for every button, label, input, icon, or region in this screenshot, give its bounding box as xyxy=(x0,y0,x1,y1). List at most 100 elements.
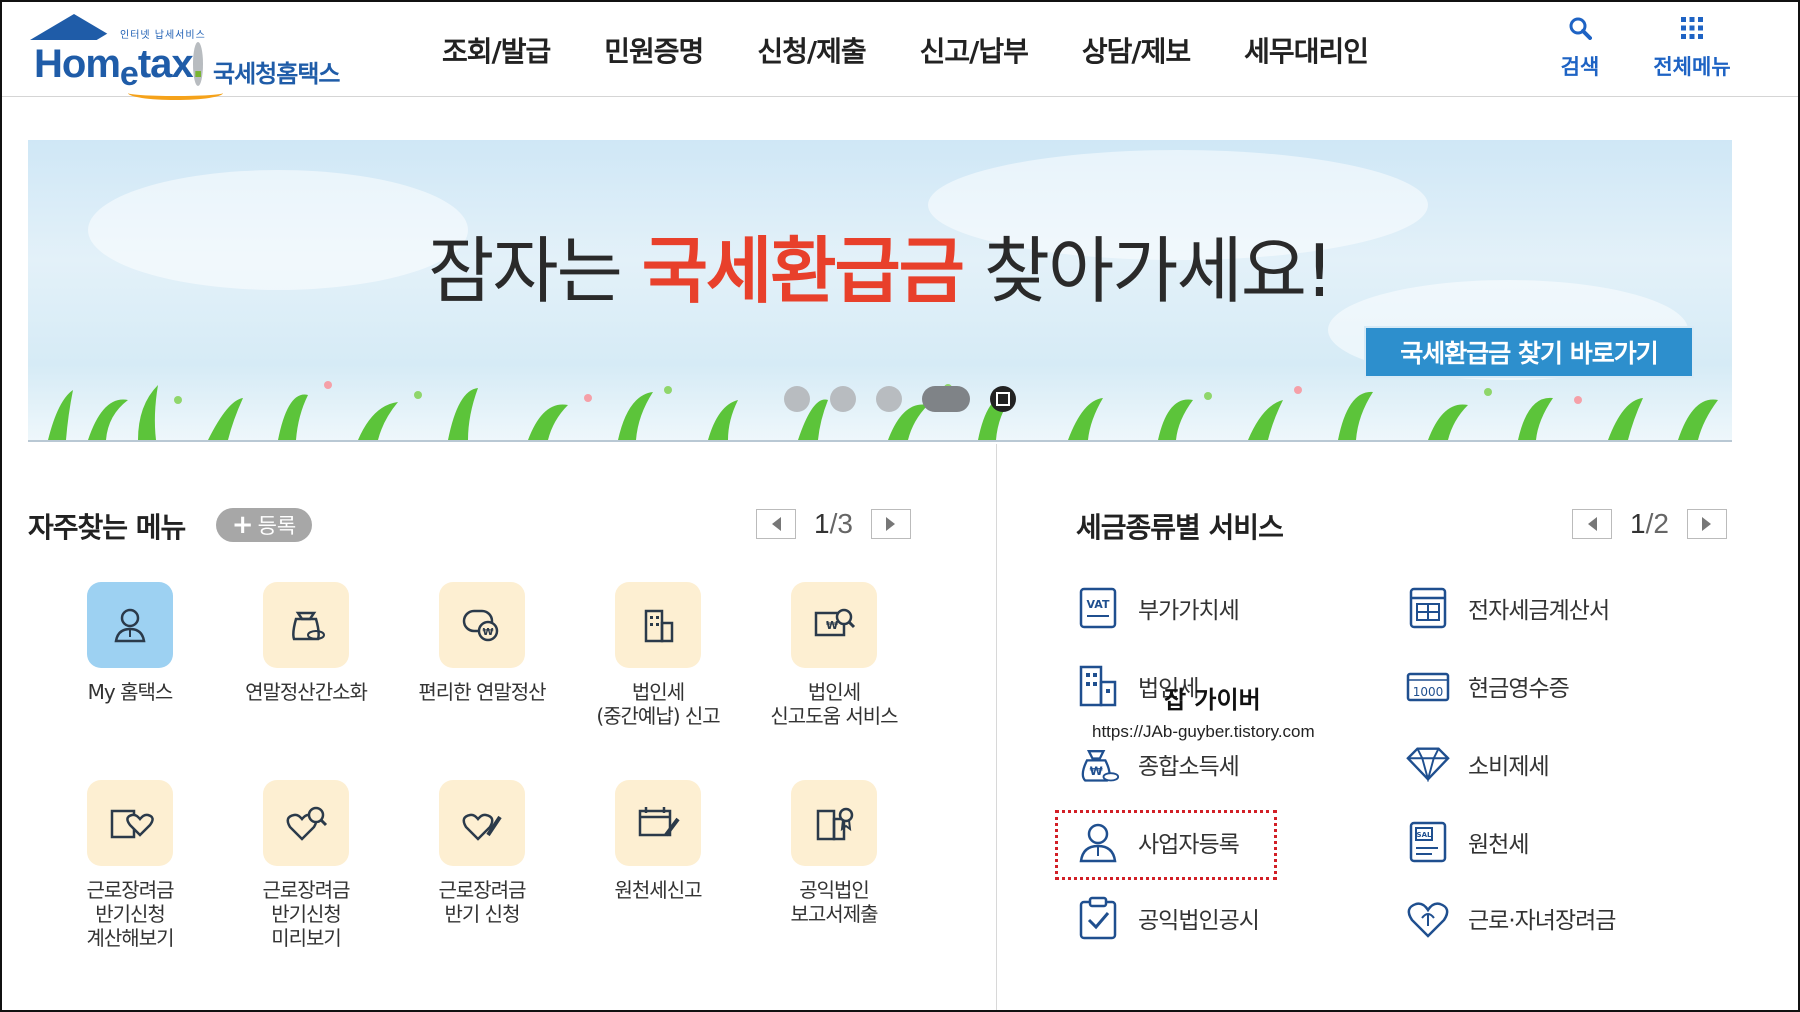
nav-report-pay[interactable]: 신고/납부 xyxy=(920,30,1029,70)
svc-vat[interactable]: VAT 부가가치세 xyxy=(1076,586,1240,630)
svg-text:VAT: VAT xyxy=(1087,598,1110,611)
svc-label: 종합소득세 xyxy=(1138,754,1240,780)
promo-banner[interactable]: 잠자는 국세환급금 찾아가세요! 국세환급금 찾기 바로가기 xyxy=(28,140,1732,442)
svc-work-child-incentive[interactable]: 근로·자녀장려금 xyxy=(1406,896,1616,940)
panel-divider xyxy=(996,444,997,1010)
tax-services-next-button[interactable] xyxy=(1686,509,1727,539)
svg-text:SAL: SAL xyxy=(1417,831,1432,839)
cash-receipt-icon: 1000 xyxy=(1406,664,1450,708)
salary-doc-icon: SAL xyxy=(1406,820,1450,864)
svc-income-tax[interactable]: ₩ 종합소득세 xyxy=(1076,742,1240,786)
business-registration-highlight xyxy=(1055,810,1277,880)
nav-tax-agent[interactable]: 세무대리인 xyxy=(1244,30,1369,70)
svc-label: 원천세 xyxy=(1468,832,1529,858)
heart-calculator-icon xyxy=(87,780,173,866)
logo-korean-name: 국세청홈택스 xyxy=(213,60,340,88)
fav-corporate-help[interactable]: ₩ 법인세 신고도움 서비스 xyxy=(754,582,914,728)
logo-roof-icon xyxy=(30,14,150,44)
money-bag-icon xyxy=(263,582,349,668)
svc-label: 공익법인공시 xyxy=(1138,908,1260,934)
chevron-left-icon xyxy=(771,517,781,531)
slide-dot-1[interactable] xyxy=(784,386,810,412)
nav-inquiry-issue[interactable]: 조회/발급 xyxy=(442,30,551,70)
favorites-next-button[interactable] xyxy=(870,509,911,539)
chevron-right-icon xyxy=(1702,517,1712,531)
plus-icon: + xyxy=(231,510,254,540)
vat-icon: VAT xyxy=(1076,586,1120,630)
svg-text:₩: ₩ xyxy=(482,627,493,638)
fav-label: 연말정산간소화 xyxy=(245,680,368,704)
tax-services-prev-button[interactable] xyxy=(1572,509,1612,539)
grid-menu-icon xyxy=(1681,17,1703,39)
fav-eitc-apply[interactable]: 근로장려금 반기 신청 xyxy=(402,780,562,926)
heart-icon xyxy=(1406,896,1450,940)
hometax-logo[interactable]: 인터넷 납세서비스 Hometax. 국세청홈택스 xyxy=(28,14,358,100)
search-button[interactable]: 검색 xyxy=(1552,16,1608,81)
slide-dot-2[interactable] xyxy=(830,386,856,412)
favorites-pager: 1/3 xyxy=(756,508,911,540)
fav-label: 편리한 연말정산 xyxy=(418,680,546,704)
favorites-page-number: 1/3 xyxy=(814,508,853,539)
fav-label: 법인세 신고도움 서비스 xyxy=(770,680,898,728)
svc-withholding-tax[interactable]: SAL 원천세 xyxy=(1406,820,1529,864)
slide-dot-4-active[interactable] xyxy=(922,386,970,412)
banner-title: 잠자는 국세환급금 찾아가세요! xyxy=(428,229,1334,313)
slide-dot-3[interactable] xyxy=(876,386,902,412)
nav-apply-submit[interactable]: 신청/제출 xyxy=(757,30,866,70)
nav-civil-certificate[interactable]: 민원증명 xyxy=(604,30,704,70)
nav-consult-report[interactable]: 상담/제보 xyxy=(1082,30,1191,70)
svg-text:₩: ₩ xyxy=(826,619,838,632)
site-header: 인터넷 납세서비스 Hometax. 국세청홈택스 조회/발급 민원증명 신청/… xyxy=(2,2,1798,100)
svc-label: 근로·자녀장려금 xyxy=(1468,908,1616,934)
clipboard-check-icon xyxy=(1076,896,1120,940)
watermark-url: https://JAb-guyber.tistory.com xyxy=(1092,722,1315,741)
fav-corporate-interim[interactable]: 법인세 (중간예납) 신고 xyxy=(578,582,738,728)
fav-year-end-simple[interactable]: 연말정산간소화 xyxy=(226,582,386,704)
invoice-icon xyxy=(1406,586,1450,630)
fav-label: 근로장려금 반기신청 미리보기 xyxy=(262,878,351,950)
search-icon xyxy=(1569,17,1592,40)
svc-e-tax-invoice[interactable]: 전자세금계산서 xyxy=(1406,586,1610,630)
fav-label: 근로장려금 반기신청 계산해보기 xyxy=(86,878,175,950)
svc-consumption-tax[interactable]: 소비제세 xyxy=(1406,742,1550,786)
fav-easy-year-end[interactable]: ₩ 편리한 연말정산 xyxy=(402,582,562,704)
logo-subtitle: 인터넷 납세서비스 xyxy=(120,30,206,41)
tax-services-pager: 1/2 xyxy=(1572,508,1727,540)
fav-label: 법인세 (중간예납) 신고 xyxy=(596,680,720,728)
heart-search-icon xyxy=(263,780,349,866)
search-label: 검색 xyxy=(1560,55,1600,79)
fav-my-hometax[interactable]: My 홈택스 xyxy=(50,582,210,704)
diamond-icon xyxy=(1406,742,1450,786)
register-label: 등록 xyxy=(257,514,297,538)
svc-label: 부가가치세 xyxy=(1138,598,1240,624)
fav-label: My 홈택스 xyxy=(87,680,174,704)
fav-eitc-preview[interactable]: 근로장려금 반기신청 미리보기 xyxy=(226,780,386,950)
tax-services-title: 세금종류별 서비스 xyxy=(1076,511,1284,544)
chevron-right-icon xyxy=(886,517,896,531)
favorites-prev-button[interactable] xyxy=(756,509,796,539)
fav-eitc-calc[interactable]: 근로장려금 반기신청 계산해보기 xyxy=(50,780,210,950)
all-menu-button[interactable]: 전체메뉴 xyxy=(1642,16,1742,81)
fav-withholding-report[interactable]: 원천세신고 xyxy=(578,780,738,902)
chevron-left-icon xyxy=(1587,517,1597,531)
fav-public-corp-report[interactable]: 공익법인 보고서제출 xyxy=(754,780,914,926)
user-icon xyxy=(87,582,173,668)
logo-wordmark: Hometax. xyxy=(34,42,204,93)
calendar-pen-icon xyxy=(615,780,701,866)
svc-label: 소비제세 xyxy=(1468,754,1550,780)
fav-label: 원천세신고 xyxy=(614,878,703,902)
svc-label: 현금영수증 xyxy=(1468,676,1570,702)
svg-text:1000: 1000 xyxy=(1413,685,1444,699)
building-icon xyxy=(1076,664,1120,708)
svc-label: 전자세금계산서 xyxy=(1468,598,1610,624)
building-icon xyxy=(615,582,701,668)
watermark-name: 잡 가이버 xyxy=(1164,686,1261,714)
building-ribbon-icon xyxy=(791,780,877,866)
logo-smile-icon xyxy=(128,86,223,100)
fav-label: 공익법인 보고서제출 xyxy=(790,878,879,926)
fav-label: 근로장려금 반기 신청 xyxy=(438,878,527,926)
svc-public-corp-disclosure[interactable]: 공익법인공시 xyxy=(1076,896,1260,940)
svc-cash-receipt[interactable]: 1000 현금영수증 xyxy=(1406,664,1570,708)
slide-pause-button[interactable] xyxy=(990,386,1016,412)
register-button[interactable]: + 등록 xyxy=(216,508,312,542)
